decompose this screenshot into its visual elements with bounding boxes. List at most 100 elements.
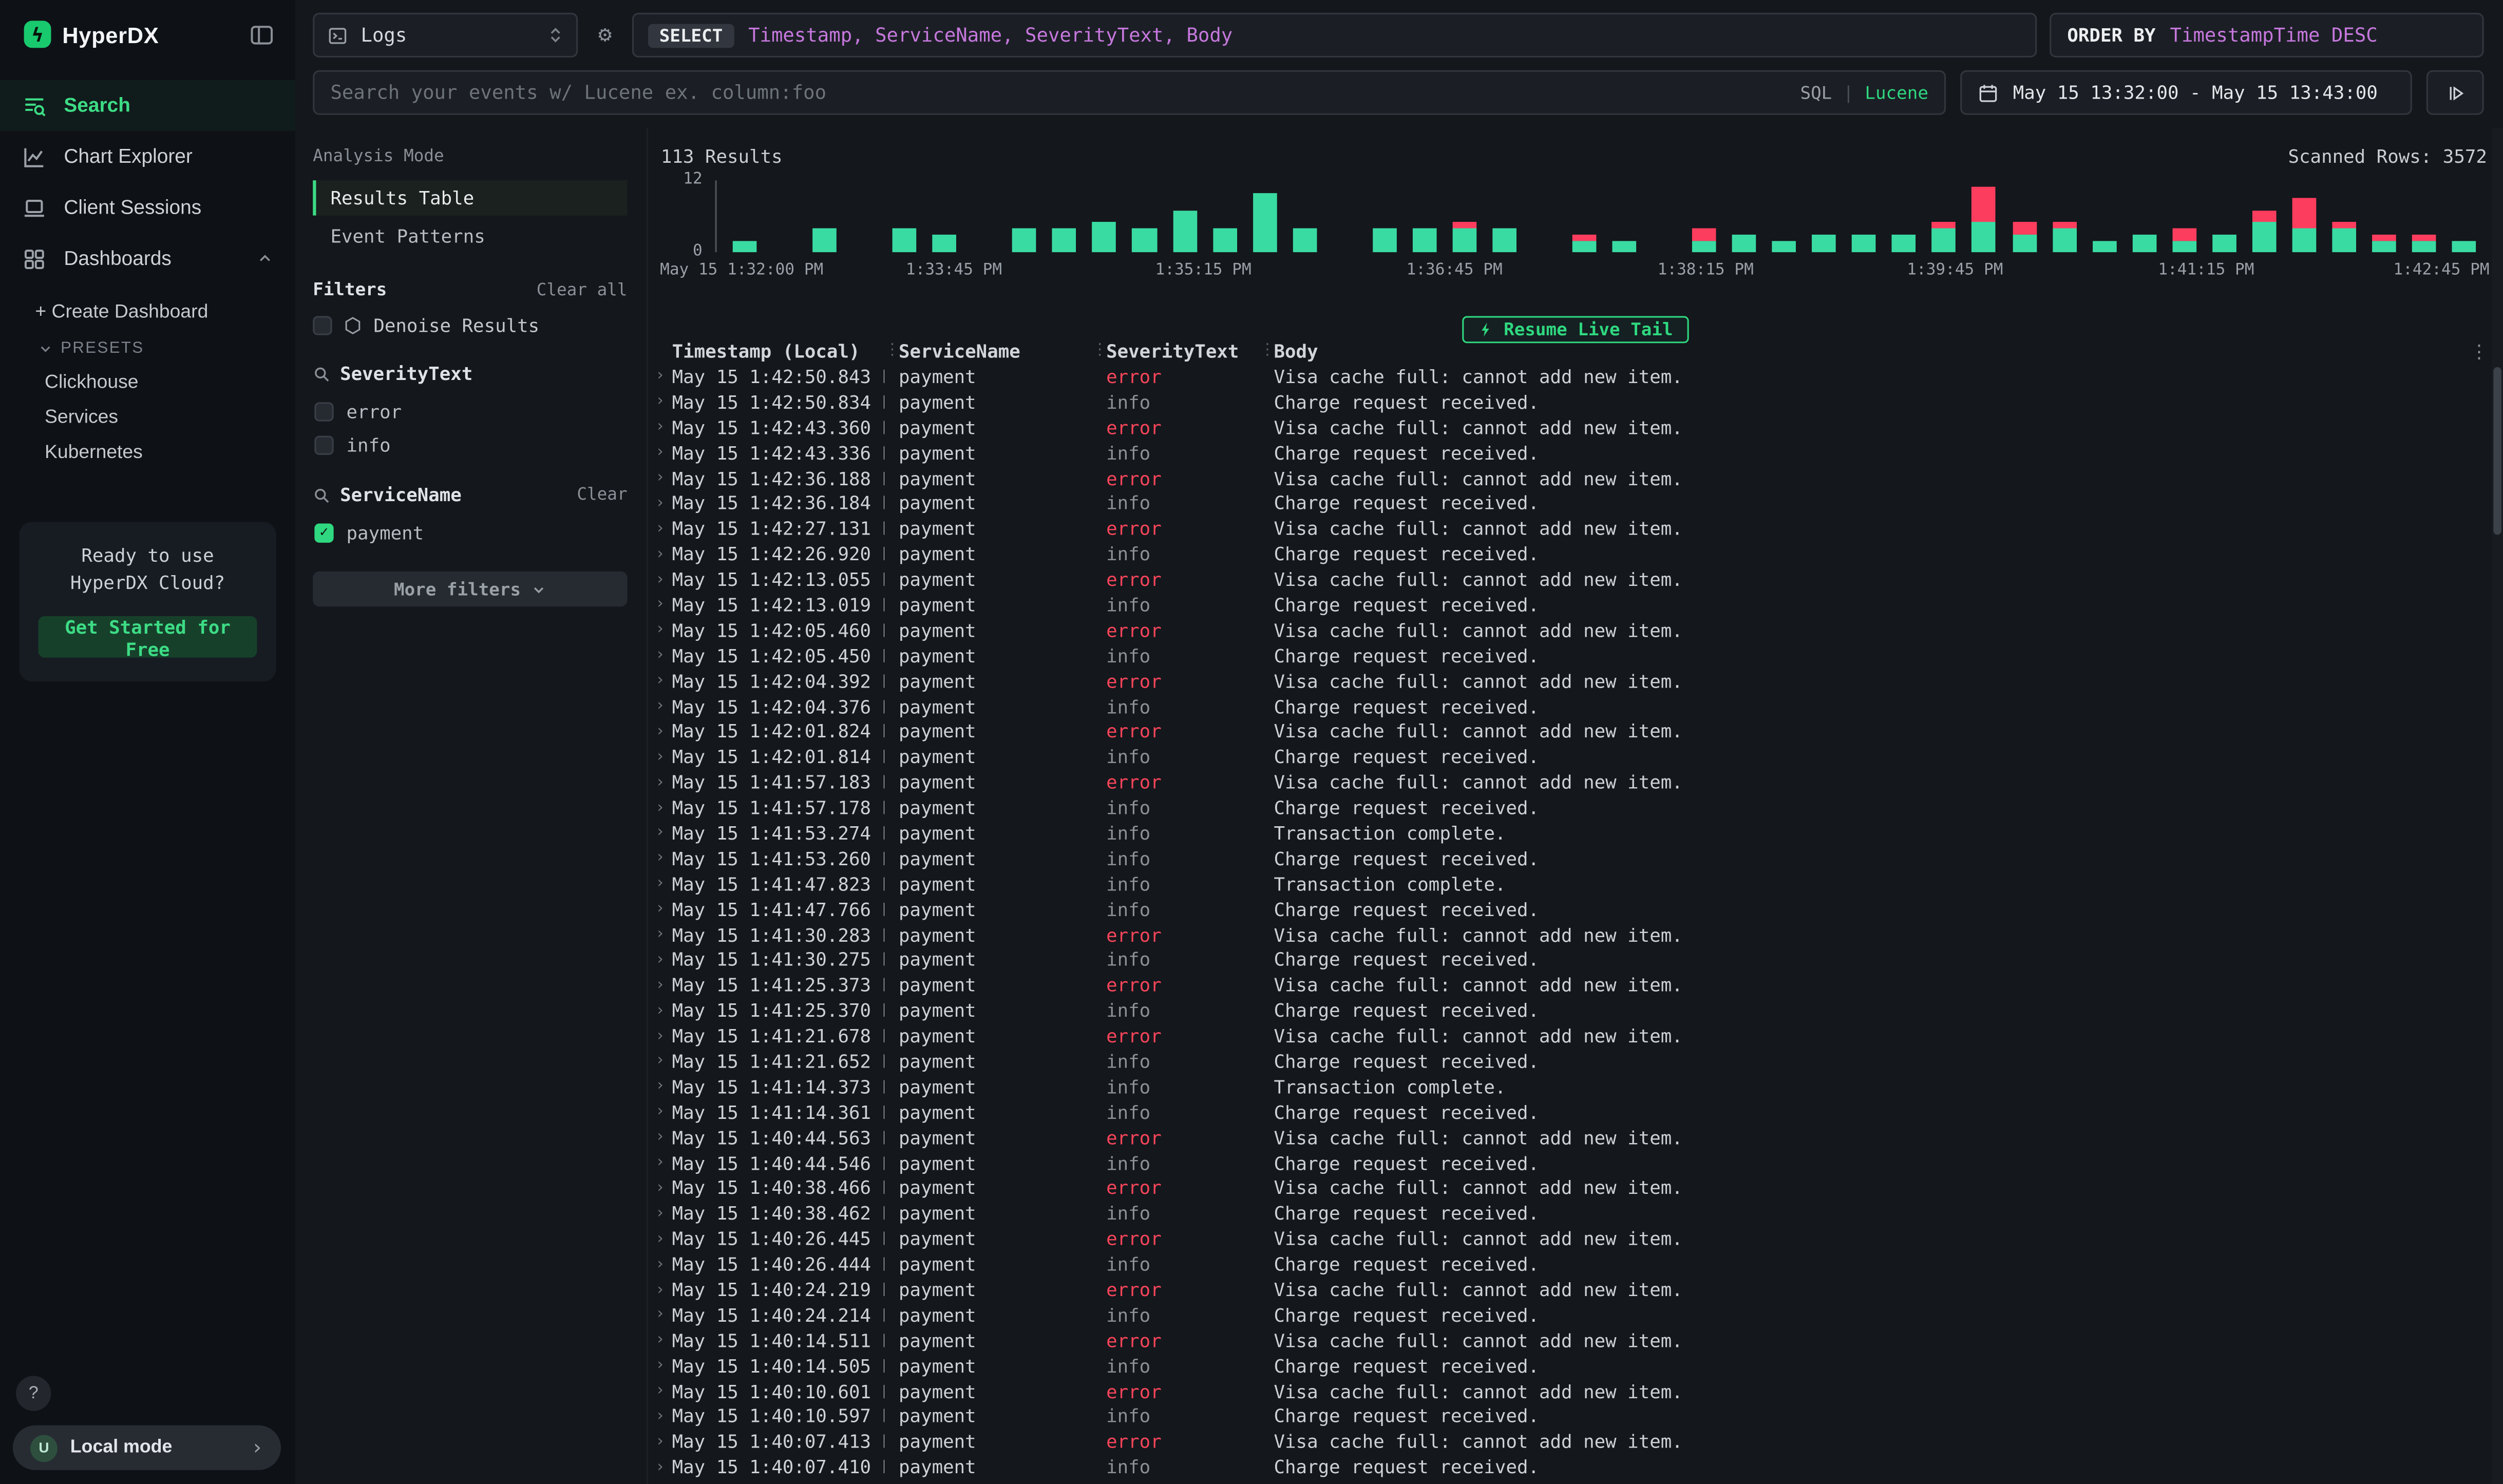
- preset-item-services[interactable]: Services: [0, 399, 295, 434]
- row-expand-chevron[interactable]: ›: [648, 672, 672, 690]
- sql-select-editor[interactable]: SELECT Timestamp, ServiceName, SeverityT…: [632, 13, 2037, 58]
- row-expand-chevron[interactable]: ›: [648, 926, 672, 943]
- row-expand-chevron[interactable]: ›: [648, 1306, 672, 1324]
- source-settings-gear-icon[interactable]: ⚙: [591, 13, 619, 58]
- table-row[interactable]: ›May 15 1:40:10.601 PMpaymenterrorVisa c…: [648, 1378, 2490, 1403]
- row-expand-chevron[interactable]: ›: [648, 444, 672, 461]
- row-expand-chevron[interactable]: ›: [648, 570, 672, 588]
- table-row[interactable]: ›May 15 1:42:05.450 PMpaymentinfoCharge …: [648, 643, 2490, 668]
- denoise-checkbox[interactable]: [313, 316, 332, 335]
- table-menu-icon[interactable]: ⋮: [2468, 339, 2491, 362]
- table-row[interactable]: ›May 15 1:42:05.460 PMpaymenterrorVisa c…: [648, 618, 2490, 643]
- row-expand-chevron[interactable]: ›: [648, 1179, 672, 1197]
- row-expand-chevron[interactable]: ›: [648, 1433, 672, 1451]
- row-expand-chevron[interactable]: ›: [648, 647, 672, 664]
- row-expand-chevron[interactable]: ›: [648, 520, 672, 538]
- table-row[interactable]: ›May 15 1:41:47.823 PMpaymentinfoTransac…: [648, 871, 2490, 897]
- presets-toggle[interactable]: PRESETS: [0, 329, 295, 364]
- table-row[interactable]: ›May 15 1:42:50.834 PMpaymentinfoCharge …: [648, 389, 2490, 414]
- facet-option-info[interactable]: info: [313, 428, 627, 461]
- mode-results-table[interactable]: Results Table: [313, 180, 627, 215]
- table-row[interactable]: ›May 15 1:42:01.814 PMpaymentinfoCharge …: [648, 745, 2490, 770]
- sidebar-item-search[interactable]: Search: [0, 80, 295, 130]
- row-expand-chevron[interactable]: ›: [648, 875, 672, 892]
- table-row[interactable]: ›May 15 1:40:07.413 PMpaymenterrorVisa c…: [648, 1429, 2490, 1454]
- table-row[interactable]: ›May 15 1:42:36.188 PMpaymenterrorVisa c…: [648, 465, 2490, 490]
- time-range-picker[interactable]: May 15 13:32:00 - May 15 13:43:00: [1960, 70, 2412, 115]
- sidebar-item-chart-explorer[interactable]: Chart Explorer: [0, 131, 295, 182]
- table-row[interactable]: ›May 15 1:42:43.336 PMpaymentinfoCharge …: [648, 440, 2490, 465]
- table-row[interactable]: ›May 15 1:42:01.824 PMpaymenterrorVisa c…: [648, 719, 2490, 744]
- table-row[interactable]: ›May 15 1:41:53.260 PMpaymentinfoCharge …: [648, 846, 2490, 871]
- table-row[interactable]: ›May 15 1:40:26.444 PMpaymentinfoCharge …: [648, 1252, 2490, 1277]
- mode-event-patterns[interactable]: Event Patterns: [313, 219, 627, 254]
- table-row[interactable]: ›May 15 1:42:13.055 PMpaymenterrorVisa c…: [648, 567, 2490, 592]
- column-header-severitytext[interactable]: SeverityText: [1106, 339, 1259, 362]
- checkbox[interactable]: [314, 435, 333, 454]
- table-row[interactable]: ›May 15 1:41:25.370 PMpaymentinfoCharge …: [648, 998, 2490, 1023]
- row-expand-chevron[interactable]: ›: [648, 901, 672, 918]
- table-row[interactable]: ›May 15 1:41:30.275 PMpaymentinfoCharge …: [648, 947, 2490, 973]
- table-row[interactable]: ›May 15 1:40:44.563 PMpaymenterrorVisa c…: [648, 1125, 2490, 1150]
- order-by-editor[interactable]: ORDER BY TimestampTime DESC: [2050, 13, 2483, 58]
- table-row[interactable]: ›May 15 1:41:14.361 PMpaymentinfoCharge …: [648, 1099, 2490, 1125]
- facet-option-error[interactable]: error: [313, 394, 627, 428]
- row-expand-chevron[interactable]: ›: [648, 596, 672, 614]
- get-started-button[interactable]: Get Started for Free: [39, 615, 257, 657]
- row-expand-chevron[interactable]: ›: [648, 545, 672, 563]
- table-row[interactable]: ›May 15 1:42:04.392 PMpaymenterrorVisa c…: [648, 668, 2490, 693]
- table-row[interactable]: ›May 15 1:41:14.373 PMpaymentinfoTransac…: [648, 1074, 2490, 1099]
- column-resize-handle[interactable]: ⋮: [1092, 341, 1106, 359]
- row-expand-chevron[interactable]: ›: [648, 1382, 672, 1400]
- sidebar-item-dashboards[interactable]: Dashboards: [0, 233, 295, 284]
- table-row[interactable]: ›May 15 1:42:27.131 PMpaymenterrorVisa c…: [648, 516, 2490, 541]
- run-query-button[interactable]: [2426, 70, 2484, 115]
- row-expand-chevron[interactable]: ›: [648, 469, 672, 487]
- local-mode-button[interactable]: U Local mode ›: [13, 1425, 281, 1470]
- scrollbar-thumb[interactable]: [2493, 367, 2501, 535]
- row-expand-chevron[interactable]: ›: [648, 418, 672, 436]
- table-row[interactable]: ›May 15 1:41:47.766 PMpaymentinfoCharge …: [648, 897, 2490, 922]
- facet-clear-button[interactable]: Clear: [577, 485, 627, 504]
- more-filters-button[interactable]: More filters: [313, 572, 627, 606]
- row-expand-chevron[interactable]: ›: [648, 1078, 672, 1095]
- table-row[interactable]: ›May 15 1:40:24.219 PMpaymenterrorVisa c…: [648, 1277, 2490, 1302]
- row-expand-chevron[interactable]: ›: [648, 1281, 672, 1298]
- row-expand-chevron[interactable]: ›: [648, 951, 672, 968]
- row-expand-chevron[interactable]: ›: [648, 1205, 672, 1222]
- sidebar-collapse-icon[interactable]: [249, 22, 275, 47]
- row-expand-chevron[interactable]: ›: [648, 1154, 672, 1172]
- search-input[interactable]: [330, 82, 1787, 104]
- sidebar-item-client-sessions[interactable]: Client Sessions: [0, 182, 295, 233]
- table-row[interactable]: ›May 15 1:42:26.920 PMpaymentinfoCharge …: [648, 541, 2490, 566]
- table-row[interactable]: ›May 15 1:42:43.360 PMpaymenterrorVisa c…: [648, 415, 2490, 440]
- row-expand-chevron[interactable]: ›: [648, 774, 672, 791]
- row-expand-chevron[interactable]: ›: [648, 1357, 672, 1375]
- table-row[interactable]: ›May 15 1:42:04.376 PMpaymentinfoCharge …: [648, 694, 2490, 719]
- checkbox[interactable]: ✓: [314, 523, 333, 542]
- row-expand-chevron[interactable]: ›: [648, 748, 672, 766]
- table-row[interactable]: ›May 15 1:41:25.373 PMpaymenterrorVisa c…: [648, 973, 2490, 998]
- table-row[interactable]: ›May 15 1:42:36.184 PMpaymentinfoCharge …: [648, 491, 2490, 516]
- checkbox[interactable]: [314, 402, 333, 421]
- row-expand-chevron[interactable]: ›: [648, 1053, 672, 1070]
- table-row[interactable]: ›May 15 1:41:30.283 PMpaymenterrorVisa c…: [648, 922, 2490, 947]
- table-row[interactable]: ›May 15 1:40:24.214 PMpaymentinfoCharge …: [648, 1302, 2490, 1327]
- table-row[interactable]: ›May 15 1:40:14.511 PMpaymenterrorVisa c…: [648, 1328, 2490, 1353]
- column-header-body[interactable]: Body: [1274, 339, 2468, 362]
- table-row[interactable]: ›May 15 1:40:38.462 PMpaymentinfoCharge …: [648, 1201, 2490, 1226]
- preset-item-kubernetes[interactable]: Kubernetes: [0, 434, 295, 469]
- row-expand-chevron[interactable]: ›: [648, 697, 672, 715]
- row-expand-chevron[interactable]: ›: [648, 1255, 672, 1273]
- row-expand-chevron[interactable]: ›: [648, 1104, 672, 1121]
- row-expand-chevron[interactable]: ›: [648, 1028, 672, 1045]
- sql-language-option[interactable]: SQL: [1800, 82, 1832, 103]
- help-button[interactable]: ?: [16, 1376, 51, 1411]
- row-expand-chevron[interactable]: ›: [648, 1230, 672, 1248]
- column-resize-handle[interactable]: ⋮: [884, 341, 899, 359]
- row-expand-chevron[interactable]: ›: [648, 368, 672, 385]
- column-resize-handle[interactable]: ⋮: [1260, 341, 1274, 359]
- row-expand-chevron[interactable]: ›: [648, 393, 672, 411]
- column-header-timestamp[interactable]: Timestamp (Local): [672, 339, 884, 362]
- denoise-results-toggle[interactable]: Denoise Results: [313, 314, 627, 337]
